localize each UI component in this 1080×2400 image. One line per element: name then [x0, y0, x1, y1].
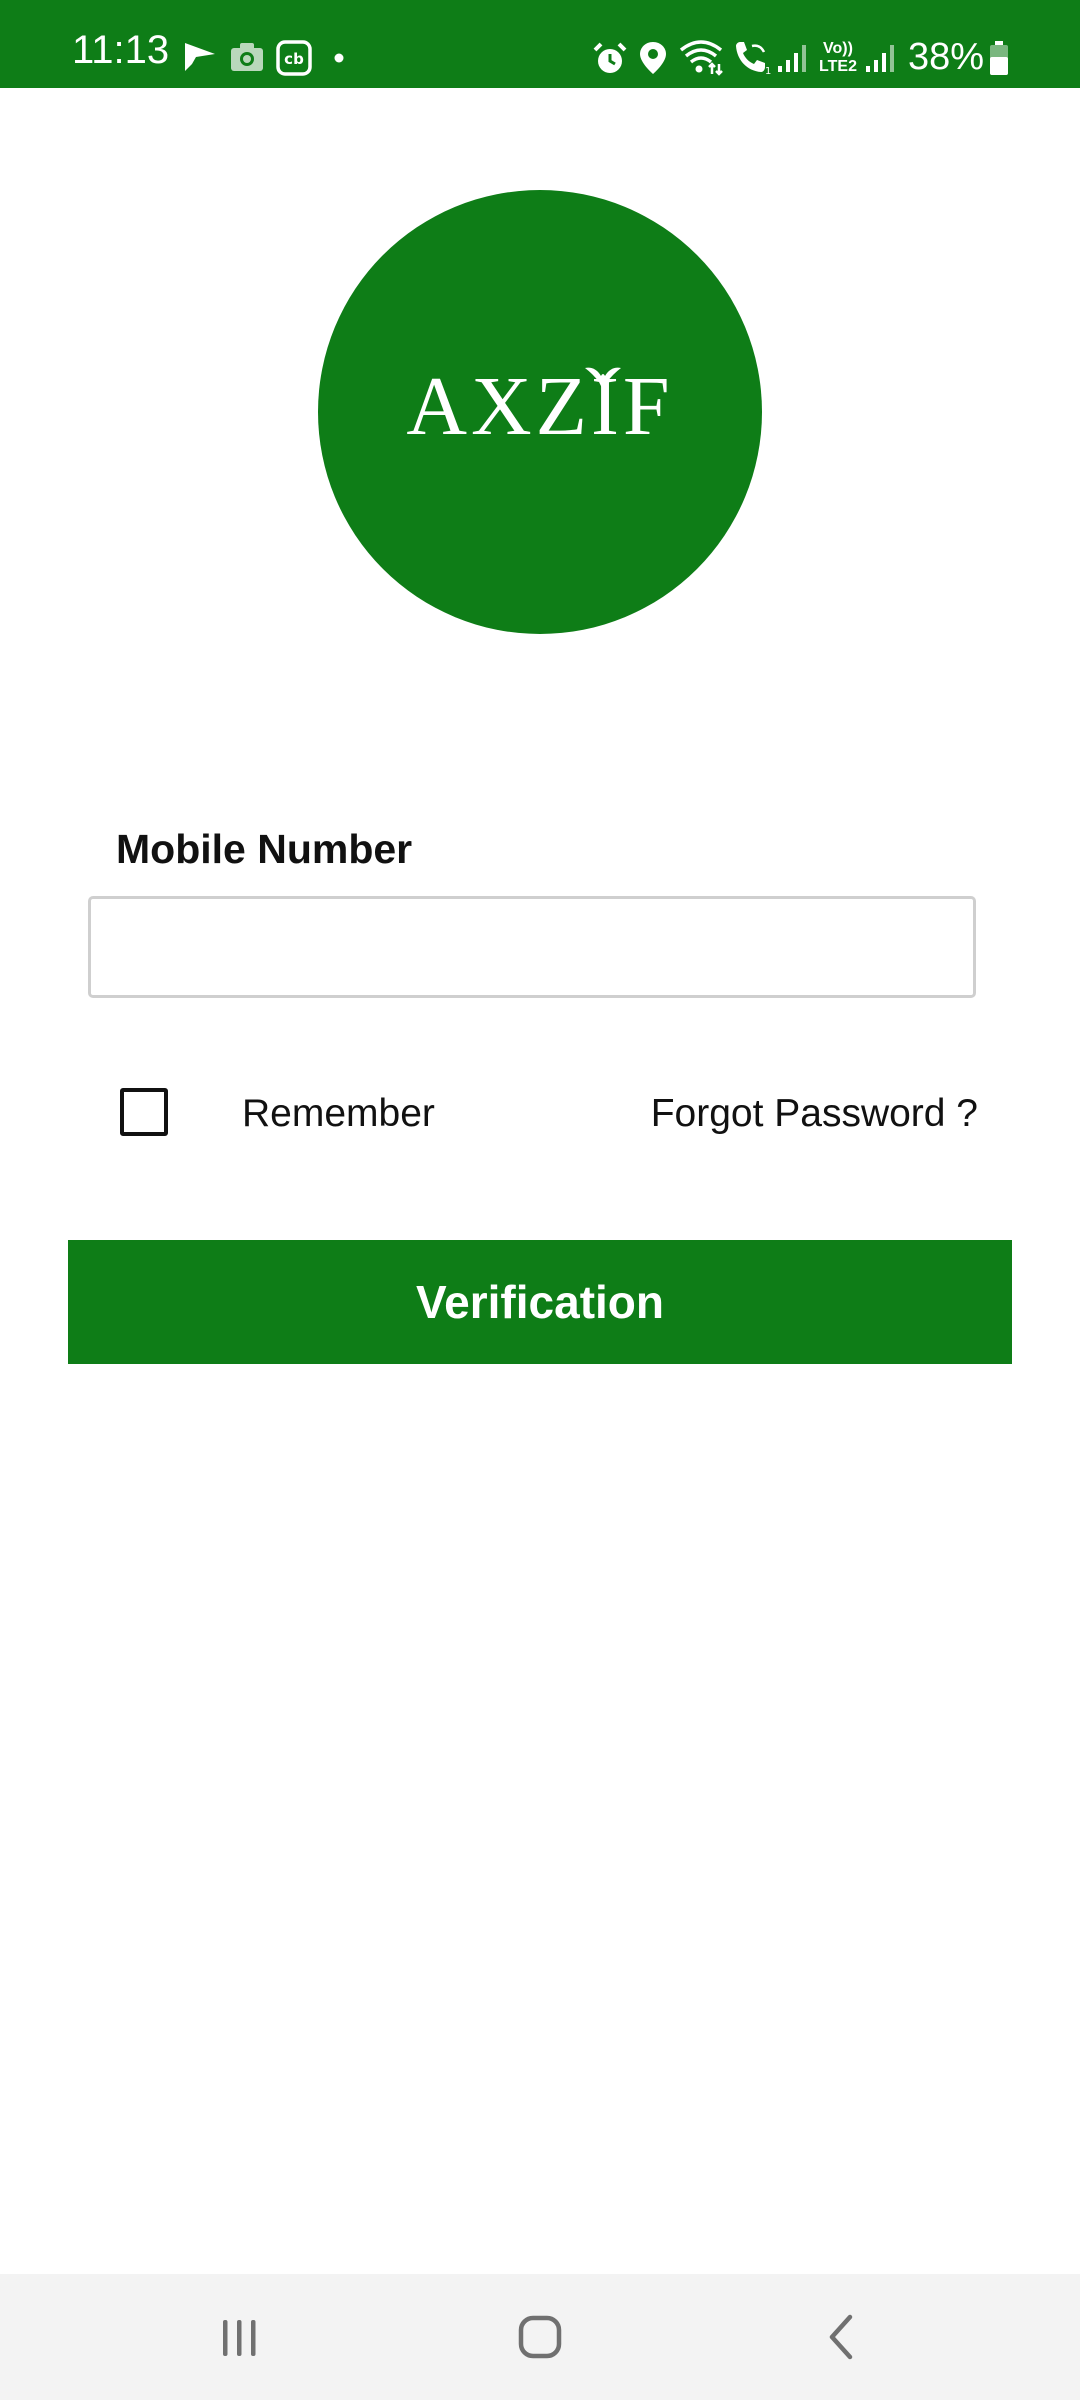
svg-text:cb: cb — [284, 50, 304, 68]
login-screen: 11:13 cb 1 Vo)) LTE2 38% AXZIF Mobile Nu… — [0, 0, 1080, 2400]
cb-app-icon: cb — [276, 40, 312, 76]
remember-label[interactable]: Remember — [242, 1091, 435, 1137]
mobile-number-label: Mobile Number — [116, 826, 413, 872]
battery-icon — [990, 41, 1008, 75]
dot-icon — [334, 53, 344, 63]
forgot-password-link[interactable]: Forgot Password ? — [651, 1091, 978, 1137]
mobile-number-input[interactable] — [88, 896, 976, 998]
navigation-bar — [0, 2274, 1080, 2400]
navigation-icon — [185, 43, 215, 71]
logo-text: AXZIF — [406, 360, 674, 453]
signal-icon — [778, 45, 806, 72]
camera-icon — [231, 43, 263, 71]
network-type-label: Vo)) LTE2 — [819, 40, 857, 75]
status-time: 11:13 — [72, 28, 170, 72]
back-icon[interactable] — [808, 2302, 878, 2372]
remember-checkbox[interactable] — [120, 1088, 168, 1136]
wifi-icon — [679, 40, 723, 76]
svg-text:1: 1 — [765, 66, 771, 76]
wifi-call-icon: 1 — [736, 42, 771, 76]
alarm-icon — [593, 42, 627, 73]
app-logo: AXZIF — [318, 190, 762, 634]
home-icon[interactable] — [505, 2302, 575, 2372]
status-bar: 11:13 cb 1 Vo)) LTE2 38% — [0, 0, 1080, 88]
signal-icon — [866, 45, 894, 72]
recent-apps-icon[interactable] — [204, 2302, 274, 2372]
battery-percent: 38% — [908, 36, 985, 78]
location-icon — [640, 42, 666, 74]
verification-button[interactable]: Verification — [68, 1240, 1012, 1364]
